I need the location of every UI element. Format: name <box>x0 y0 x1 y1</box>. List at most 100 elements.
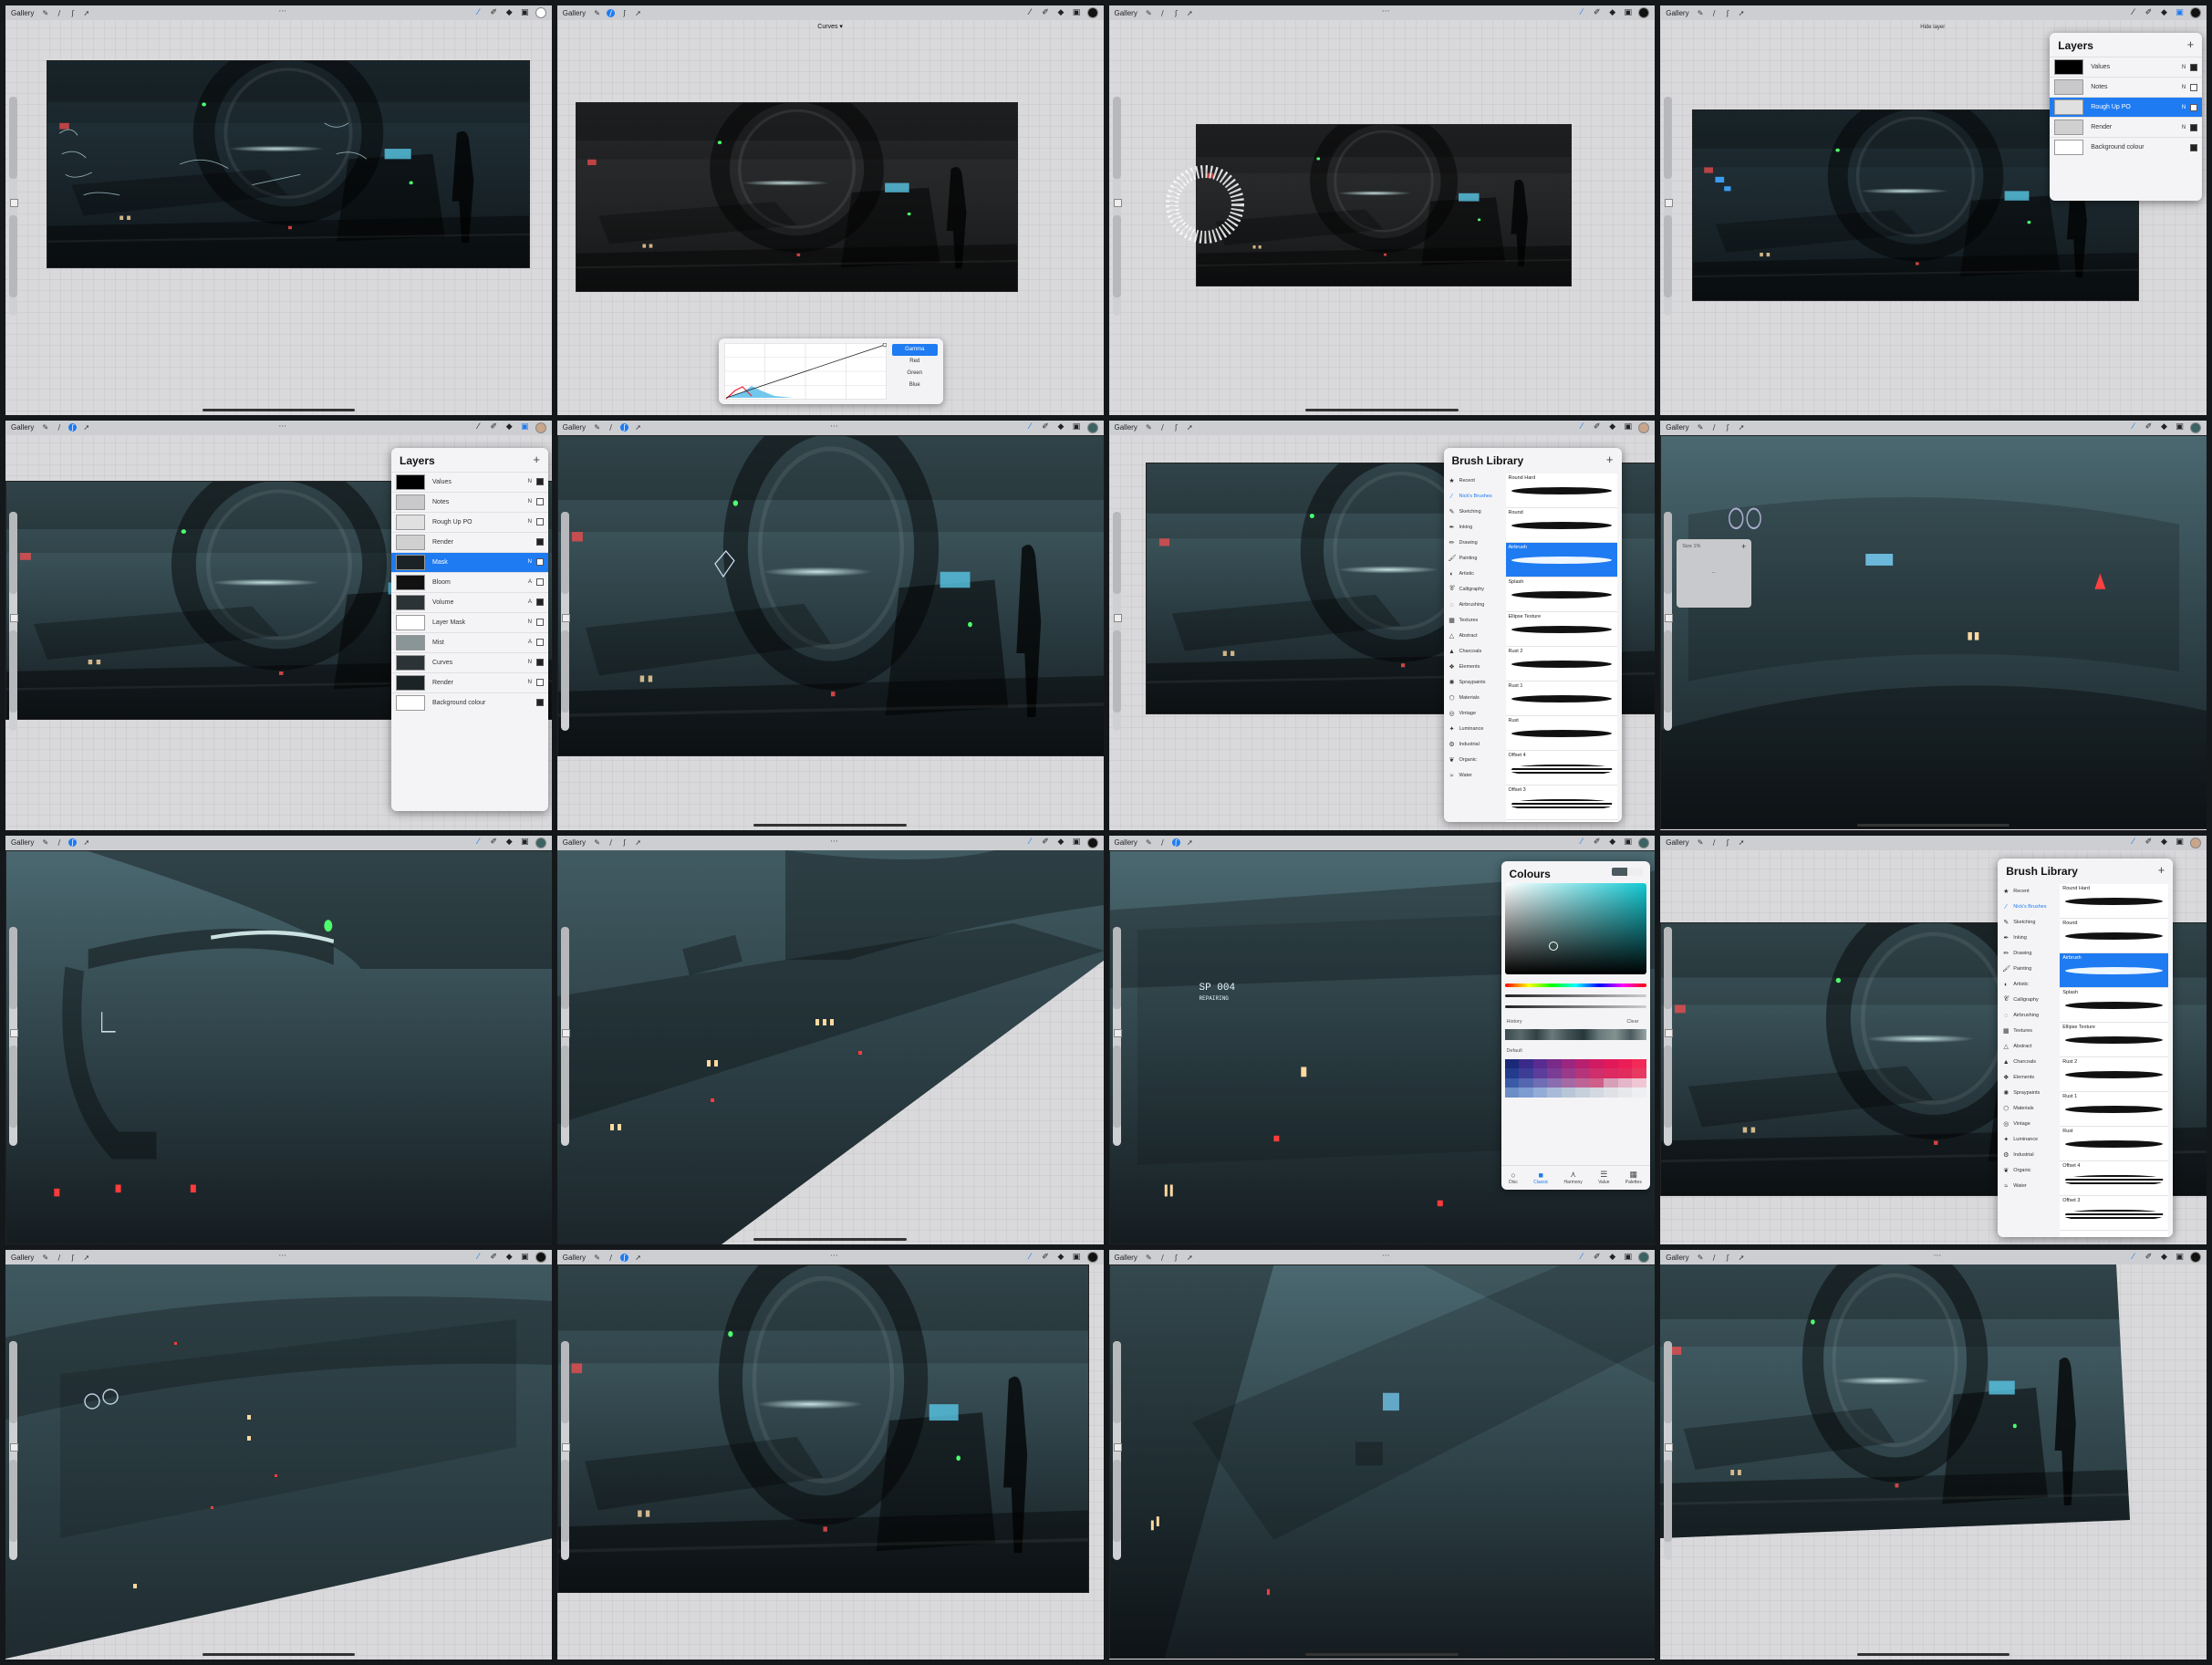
colour-swatch-icon[interactable] <box>535 7 546 18</box>
artwork-canvas[interactable] <box>556 434 1104 756</box>
selection-icon[interactable]: ʃ <box>620 1253 629 1262</box>
artwork-canvas[interactable] <box>47 60 530 268</box>
brush-item[interactable]: Airbrush <box>1505 542 1617 578</box>
palette-swatch[interactable] <box>1504 1087 1519 1098</box>
brush-category-item[interactable]: ✺ Spraypaints <box>1449 675 1501 691</box>
colour-tab-classic[interactable]: ■ Classic <box>1533 1171 1548 1185</box>
layers-icon[interactable]: ▣ <box>1072 8 1082 17</box>
adjust-icon[interactable]: ∕ <box>55 9 63 17</box>
brush-category-item[interactable]: ≈ Water <box>2002 1179 2055 1194</box>
layer-visibility-checkbox[interactable] <box>2190 103 2198 111</box>
brush-item[interactable]: Ellipse Texture <box>1505 612 1617 647</box>
layer-thumbnail[interactable] <box>396 494 425 510</box>
layers-icon[interactable]: ▣ <box>2175 1253 2185 1262</box>
wrench-icon[interactable]: ✎ <box>41 423 49 432</box>
brush-category-item[interactable]: ⚙ Industrial <box>1449 737 1501 753</box>
adjust-icon[interactable]: ∕ <box>607 838 615 847</box>
layer-thumbnail[interactable] <box>396 534 425 550</box>
layer-visibility-checkbox[interactable] <box>536 659 544 667</box>
brush-category-item[interactable]: ✎ Sketching <box>2002 915 2055 931</box>
layer-row[interactable]: Render <box>391 531 548 552</box>
layer-row[interactable]: Bloom A <box>391 571 548 592</box>
palette-swatch[interactable] <box>1617 1058 1632 1068</box>
colour-tab-harmony[interactable]: ⋏ Harmony <box>1564 1170 1583 1185</box>
brush-size-minus[interactable]: − <box>1711 570 1715 577</box>
opacity-slider[interactable] <box>9 1460 17 1543</box>
layers-panel[interactable]: Layers + Values N Notes N Rough Up PO N Render… <box>391 447 548 811</box>
layer-visibility-checkbox[interactable] <box>536 699 544 707</box>
layer-visibility-checkbox[interactable] <box>2190 123 2198 131</box>
more-dots[interactable]: ··· <box>1382 1252 1390 1261</box>
curves-title[interactable]: Curves ▾ <box>817 20 843 35</box>
selection-icon[interactable]: ʃ <box>1172 423 1180 432</box>
eraser-icon[interactable]: ◆ <box>504 1253 514 1262</box>
transform-icon[interactable]: ➚ <box>1738 9 1746 17</box>
brush-item[interactable]: Round <box>2060 919 2169 953</box>
palette-swatch[interactable] <box>1519 1068 1533 1078</box>
layer-thumbnail[interactable] <box>396 634 425 650</box>
layer-blend-mode[interactable]: A <box>528 640 532 645</box>
colour-picker-square[interactable] <box>1504 882 1646 974</box>
brush-category-item[interactable]: ⬡ Materials <box>2002 1101 2055 1117</box>
brush-category-item[interactable]: △ Abstract <box>1449 629 1501 644</box>
wrench-icon[interactable]: ✎ <box>1145 838 1153 847</box>
artwork-canvas[interactable] <box>5 849 552 1244</box>
brush-icon[interactable]: ⁄ <box>473 8 483 17</box>
transform-icon[interactable]: ➚ <box>634 9 642 17</box>
brush-item[interactable]: Rust <box>2060 1127 2169 1161</box>
palette-swatch[interactable] <box>1532 1087 1547 1098</box>
layer-blend-mode[interactable]: N <box>2182 105 2186 110</box>
adjust-icon[interactable]: ∕ <box>1710 1254 1719 1262</box>
smudge-icon[interactable]: ✐ <box>2144 423 2154 432</box>
smudge-icon[interactable]: ✐ <box>1041 838 1051 847</box>
opacity-slider[interactable] <box>1112 1045 1121 1128</box>
wrench-icon[interactable]: ✎ <box>1697 838 1705 847</box>
smudge-icon[interactable]: ✐ <box>489 8 499 17</box>
layers-icon[interactable]: ▣ <box>1072 838 1082 847</box>
palette-swatch[interactable] <box>1632 1058 1646 1068</box>
brush-category-item[interactable]: ⁄ Nick's Brushes <box>1449 489 1501 505</box>
adjust-icon[interactable]: ∕ <box>55 1254 63 1262</box>
more-dots[interactable]: ··· <box>278 422 286 432</box>
layer-visibility-checkbox[interactable] <box>536 639 544 647</box>
gallery-button[interactable]: Gallery <box>1115 423 1137 432</box>
brush-category-item[interactable]: ◐ Artistic <box>2002 977 2055 993</box>
layer-row[interactable]: Mask N <box>391 551 548 572</box>
brush-category-item[interactable]: 𝒞 Calligraphy <box>1449 582 1501 598</box>
brush-icon[interactable]: ⁄ <box>2128 423 2138 432</box>
gallery-button[interactable]: Gallery <box>1666 1254 1688 1262</box>
smudge-icon[interactable]: ✐ <box>2144 8 2154 17</box>
selection-icon[interactable]: ʃ <box>1724 423 1732 432</box>
gallery-button[interactable]: Gallery <box>1115 838 1137 847</box>
layer-thumbnail[interactable] <box>396 614 425 630</box>
add-layer-button[interactable]: + <box>2187 37 2195 51</box>
brush-item[interactable]: Rust 1 <box>2060 1092 2169 1127</box>
artwork-canvas-tilted[interactable] <box>1660 1264 2207 1659</box>
adjust-icon[interactable]: ∕ <box>1710 9 1719 17</box>
wrench-icon[interactable]: ✎ <box>593 9 601 17</box>
artwork-canvas[interactable] <box>556 1264 1089 1594</box>
brush-item[interactable]: Offset 4 <box>1505 751 1617 786</box>
palette-swatch[interactable] <box>1604 1077 1618 1087</box>
brush-category-item[interactable]: ⚙ Industrial <box>2002 1148 2055 1163</box>
palette-swatch[interactable] <box>1617 1087 1632 1098</box>
adjust-icon[interactable]: ∕ <box>55 838 63 847</box>
colour-swatch-icon[interactable] <box>535 837 546 848</box>
wrench-icon[interactable]: ✎ <box>593 1254 601 1262</box>
layer-visibility-checkbox[interactable] <box>536 538 544 546</box>
eraser-icon[interactable]: ◆ <box>504 8 514 17</box>
layers-icon[interactable]: ▣ <box>520 8 530 17</box>
layer-thumbnail[interactable] <box>396 514 425 530</box>
wrench-icon[interactable]: ✎ <box>593 423 601 432</box>
brush-category-item[interactable]: ◌ Airbrushing <box>2002 1008 2055 1024</box>
palette-swatch[interactable] <box>1604 1087 1618 1098</box>
brush-item[interactable]: Rust 2 <box>1505 647 1617 682</box>
brush-size-slider[interactable] <box>1664 511 1673 594</box>
modify-button[interactable] <box>1665 613 1674 622</box>
modify-button[interactable] <box>1665 1443 1674 1452</box>
brush-icon[interactable]: ⁄ <box>473 838 483 847</box>
palette-swatch[interactable] <box>1604 1058 1618 1068</box>
more-dots[interactable]: ··· <box>1934 1252 1942 1261</box>
layer-thumbnail[interactable] <box>2054 120 2084 135</box>
opacity-slider[interactable] <box>560 1045 569 1128</box>
